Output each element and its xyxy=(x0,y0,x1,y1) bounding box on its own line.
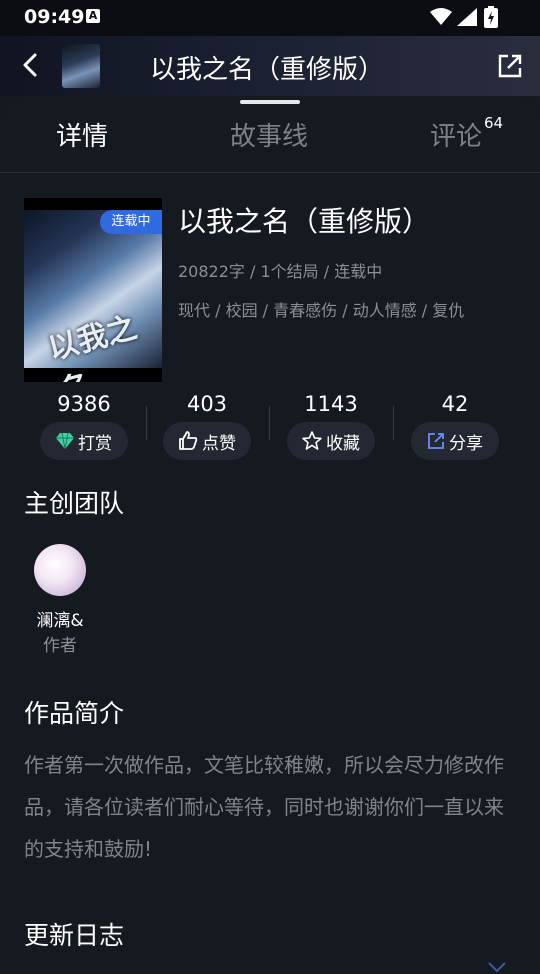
stat-divider xyxy=(393,406,394,440)
like-label: 点赞 xyxy=(202,433,236,454)
wifi-icon xyxy=(430,8,452,25)
author-name[interactable]: 澜漓& xyxy=(24,606,96,631)
comment-count-badge: 64 xyxy=(484,114,504,132)
tip-count: 9386 xyxy=(57,392,111,416)
author-role: 作者 xyxy=(43,636,77,656)
book-title: 以我之名（重修版） xyxy=(178,205,431,238)
tip-button[interactable]: 打赏 xyxy=(40,422,128,460)
diamond-icon xyxy=(56,433,74,449)
book-tags: 现代 / 校园 / 青春感伤 / 动人情感 / 复仇 xyxy=(178,301,465,320)
book-meta: 20822字 / 1个结局 / 连载中 xyxy=(178,262,383,281)
stat-divider xyxy=(269,406,270,440)
intro-section-title: 作品简介 xyxy=(24,699,125,728)
cellular-signal-icon xyxy=(457,8,477,26)
battery-charging-icon xyxy=(484,6,498,28)
favorite-label: 收藏 xyxy=(326,433,360,454)
open-external-icon[interactable] xyxy=(496,52,524,80)
like-button[interactable]: 点赞 xyxy=(163,422,251,460)
tab-storyline[interactable]: 故事线 xyxy=(230,116,308,153)
status-time: 09:49 xyxy=(24,6,85,28)
tab-divider xyxy=(0,172,540,173)
tab-bar: 详情 故事线 评论 64 xyxy=(0,110,540,170)
stat-divider xyxy=(146,406,147,440)
star-icon xyxy=(302,431,322,450)
serial-status-badge: 连载中 xyxy=(100,210,162,234)
back-arrow-icon[interactable] xyxy=(16,50,46,80)
tip-label: 打赏 xyxy=(78,433,112,454)
favorite-button[interactable]: 收藏 xyxy=(287,422,375,460)
thumbs-up-icon xyxy=(179,431,198,450)
share-button[interactable]: 分享 xyxy=(411,422,499,460)
intro-text: 作者第一次做作品，文笔比较稚嫩，所以会尽力修改作品，请各位读者们耐心等待，同时也… xyxy=(24,753,504,861)
like-count: 403 xyxy=(186,392,228,416)
stat-tip: 9386 打赏 xyxy=(34,392,134,460)
detail-panel: 详情 故事线 评论 64 以我之名 连载中 以我之名（重修版） 20822字 /… xyxy=(0,96,540,973)
share-icon xyxy=(428,433,444,449)
notification-a-icon: A xyxy=(86,9,100,23)
favorite-count: 1143 xyxy=(304,392,358,416)
drag-handle[interactable] xyxy=(240,100,300,104)
stat-like: 403 点赞 xyxy=(157,392,257,460)
share-count: 42 xyxy=(441,392,469,416)
share-label: 分享 xyxy=(449,433,483,454)
author-avatar[interactable] xyxy=(34,544,86,596)
changelog-section-title: 更新日志 xyxy=(24,921,125,950)
stat-share: 42 分享 xyxy=(405,392,505,460)
tab-comments[interactable]: 评论 xyxy=(430,116,482,153)
header-title: 以我之名（重修版） xyxy=(150,55,385,85)
team-section-title: 主创团队 xyxy=(24,489,125,518)
tab-detail[interactable]: 详情 xyxy=(56,116,108,153)
chevron-down-icon[interactable] xyxy=(486,960,508,974)
top-app-bar: 以我之名（重修版） xyxy=(0,36,540,96)
book-cover[interactable]: 以我之名 连载中 xyxy=(24,198,162,382)
status-bar: 09:49 A xyxy=(0,0,540,36)
stat-favorite: 1143 收藏 xyxy=(281,392,381,460)
cover-thumbnail xyxy=(62,44,100,88)
